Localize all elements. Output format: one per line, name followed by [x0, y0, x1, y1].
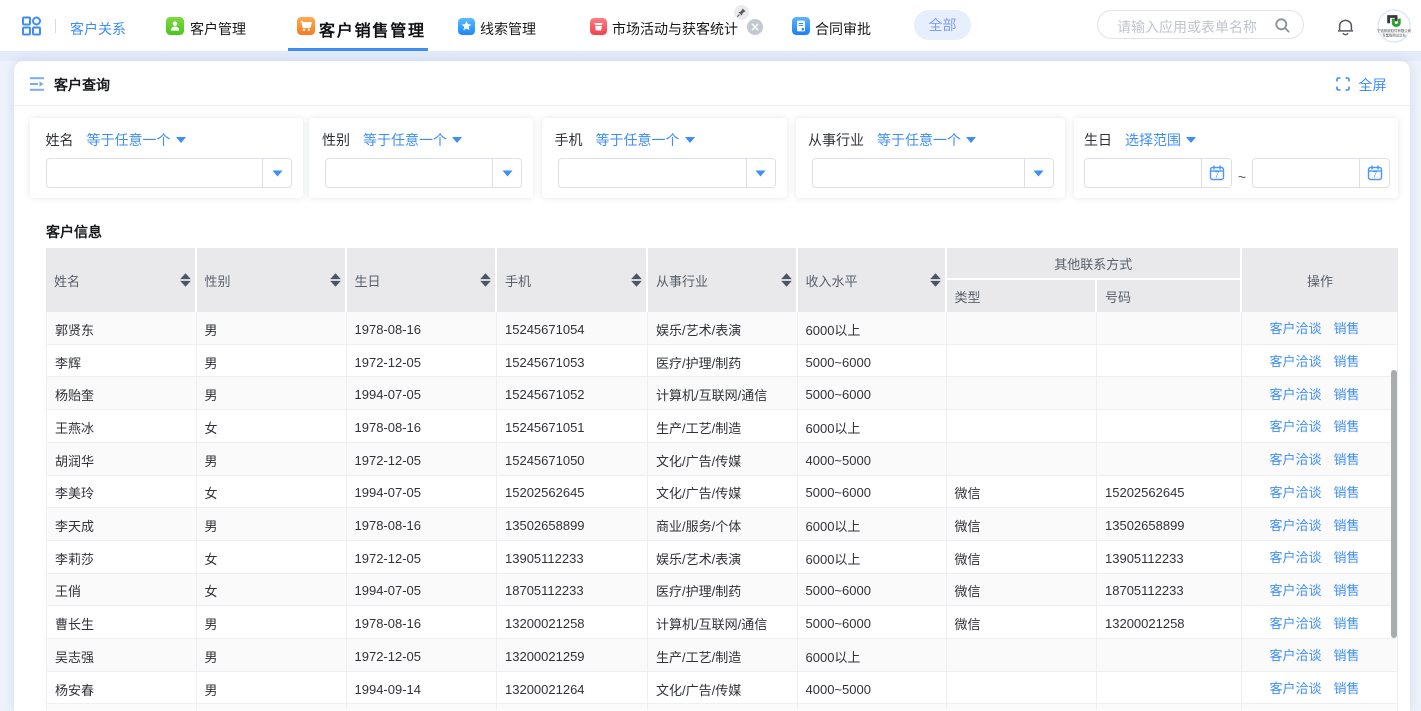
svg-text:7: 7 — [1214, 171, 1219, 180]
svg-text:专業版测试企业: 专業版测试企业 — [1382, 32, 1406, 37]
svg-text:7: 7 — [1372, 171, 1377, 180]
svg-text:宁波帆软软件有限公司: 宁波帆软软件有限公司 — [1377, 28, 1411, 33]
